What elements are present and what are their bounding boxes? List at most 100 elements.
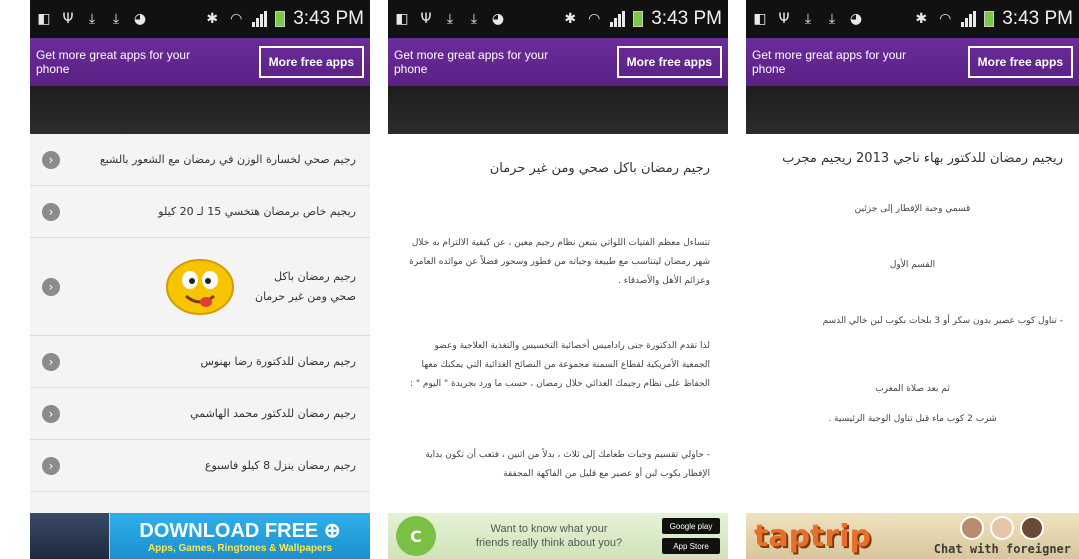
battery-icon <box>984 11 995 27</box>
globe-icon: ◕ <box>133 11 147 27</box>
download-icon: ⤓ <box>828 11 836 27</box>
article-title: ريجيم رمضان للدكتور بهاء ناجي 2013 ريجيم… <box>782 151 1063 166</box>
status-bar: ◧ Ψ ⤓ ⤓ ◕ ✱ ◠ 3:43 PM <box>388 0 728 38</box>
mycheck-banner[interactable]: C Want to know what your friends really … <box>388 513 728 559</box>
phone-image <box>30 513 110 559</box>
chat-label: Chat with foreigner <box>933 542 1071 556</box>
ad-bar: Get more great apps for your phone More … <box>746 38 1079 86</box>
article-paragraph: تتساءل معظم الفتيات اللواتي يتبعن نظام ر… <box>409 238 710 286</box>
screenshot-list-screen: ◧ Ψ ⤓ ⤓ ◕ ✱ ◠ 3:43 PM Get more great app… <box>30 0 370 559</box>
action-bar <box>30 86 370 134</box>
more-free-apps-button[interactable]: More free apps <box>967 46 1073 78</box>
list-item-label: رجيم رمضان باكل صحي ومن غير حرمان <box>254 269 356 303</box>
signal-icon <box>252 11 268 27</box>
clock: 3:43 PM <box>651 8 722 29</box>
banner-subline: Apps, Games, Ringtones & Wallpapers <box>147 543 333 554</box>
avatar <box>1020 516 1045 540</box>
wifi-icon: ◠ <box>588 11 601 27</box>
globe-icon: ◕ <box>849 11 863 27</box>
chat-promo: Chat with foreigner <box>934 516 1071 556</box>
notification-icon: ◧ <box>37 11 51 27</box>
ad-bar-text: Get more great apps for your phone <box>394 48 549 76</box>
banner-message-line: friends really think about you? <box>475 537 623 549</box>
battery-icon <box>633 11 644 27</box>
ad-bar-text: Get more great apps for your phone <box>36 48 191 76</box>
taptrip-logo: taptrip <box>754 518 871 554</box>
app-store-badge[interactable]: App Store <box>662 538 720 554</box>
bluetooth-icon: ✱ <box>915 11 928 27</box>
download-icon: ⤓ <box>112 11 120 27</box>
banner-message-line: Want to know what your <box>490 523 608 535</box>
chevron-left-icon: ‹ <box>42 202 60 221</box>
chevron-left-icon: ‹ <box>42 277 60 296</box>
bluetooth-icon: ✱ <box>564 11 577 27</box>
list-item-label: رجيم رمضان للدكتور محمد الهاشمي <box>190 406 356 420</box>
signal-icon <box>610 11 626 27</box>
clock: 3:43 PM <box>1002 8 1073 29</box>
action-bar <box>746 86 1079 134</box>
article-paragraph: - حاولي تقسيم وجبات طعامك إلى ثلاث ، بدل… <box>425 450 710 479</box>
screenshot-article-screen: ◧ Ψ ⤓ ⤓ ◕ ✱ ◠ 3:43 PM Get more great app… <box>388 0 728 559</box>
usb-icon: Ψ <box>778 11 790 27</box>
avatar-group <box>960 516 1045 540</box>
avatar <box>990 516 1015 540</box>
download-icon: ⤓ <box>446 11 454 27</box>
chevron-left-icon: ‹ <box>42 150 60 169</box>
smiley-face-icon <box>166 258 234 315</box>
article-line: شرب 2 كوب ماء قبل تناول الوجبة الرئيسية … <box>828 414 997 424</box>
status-bar: ◧ Ψ ⤓ ⤓ ◕ ✱ ◠ 3:43 PM <box>746 0 1079 38</box>
list-item-label: ريجيم خاص برمضان هتخسي 15 لـ 20 كيلو <box>158 204 356 218</box>
usb-icon: Ψ <box>62 11 74 27</box>
status-bar: ◧ Ψ ⤓ ⤓ ◕ ✱ ◠ 3:43 PM <box>30 0 370 38</box>
chevron-left-icon: ‹ <box>42 404 60 423</box>
article-paragraph: لذا تقدم الدكتورة جنى راداميس أخصائية ال… <box>410 341 710 389</box>
screenshot-article-screen-2: ◧ Ψ ⤓ ⤓ ◕ ✱ ◠ 3:43 PM Get more great app… <box>746 0 1079 559</box>
usb-icon: Ψ <box>420 11 432 27</box>
taptrip-banner[interactable]: taptrip Chat with foreigner <box>746 513 1079 559</box>
more-free-apps-button[interactable]: More free apps <box>258 46 364 78</box>
banner-text: DOWNLOAD FREE ⊕ Apps, Games, Ringtones &… <box>110 518 370 554</box>
chevron-left-icon: ‹ <box>42 352 60 371</box>
download-icon: ⤓ <box>804 11 812 27</box>
wifi-icon: ◠ <box>939 11 952 27</box>
banner-headline: DOWNLOAD FREE ⊕ <box>139 520 341 542</box>
article-list: رجيم صحي لخسارة الوزن في رمضان مع الشعور… <box>30 134 370 492</box>
chevron-left-icon: ‹ <box>42 456 60 475</box>
clock: 3:43 PM <box>293 8 364 29</box>
article-title: رجيم رمضان باكل صحي ومن غير حرمان <box>489 161 710 176</box>
store-badges: Google play App Store <box>662 518 720 554</box>
article-line: ثم بعد صلاة المغرب <box>875 384 950 394</box>
article-line: - تناول كوب عصير بدون سكر أو 3 بلحات بكو… <box>822 316 1063 326</box>
download-free-banner[interactable]: DOWNLOAD FREE ⊕ Apps, Games, Ringtones &… <box>30 513 370 559</box>
banner-message: Want to know what your friends really th… <box>476 522 622 550</box>
globe-icon: ◕ <box>491 11 505 27</box>
notification-icon: ◧ <box>395 11 409 27</box>
notification-icon: ◧ <box>753 11 767 27</box>
battery-icon <box>275 11 286 27</box>
signal-icon <box>961 11 977 27</box>
list-item[interactable]: رجيم رمضان للدكتور محمد الهاشمي ‹ <box>30 388 370 440</box>
google-play-badge[interactable]: Google play <box>662 518 720 534</box>
more-free-apps-button[interactable]: More free apps <box>616 46 722 78</box>
list-item[interactable]: ريجيم خاص برمضان هتخسي 15 لـ 20 كيلو ‹ <box>30 186 370 238</box>
list-item-label: رجيم صحي لخسارة الوزن في رمضان مع الشعور… <box>99 152 356 166</box>
article-body: ريجيم رمضان للدكتور بهاء ناجي 2013 ريجيم… <box>746 148 1079 424</box>
list-item[interactable]: رجيم رمضان ينزل 8 كيلو فاسبوع ‹ <box>30 440 370 492</box>
ad-bar-text: Get more great apps for your phone <box>752 48 907 76</box>
article-body: رجيم رمضان باكل صحي ومن غير حرمان تتساءل… <box>388 158 728 484</box>
list-item[interactable]: رجيم صحي لخسارة الوزن في رمضان مع الشعور… <box>30 134 370 186</box>
article-line: القسم الأول <box>889 260 936 270</box>
avatar <box>960 516 985 540</box>
article-line: قسمي وجبة الإفطار إلى جزئين <box>854 204 971 214</box>
list-item-label: رجيم رمضان ينزل 8 كيلو فاسبوع <box>204 458 356 472</box>
mycheck-logo: C <box>396 516 436 556</box>
list-item[interactable]: رجيم رمضان باكل صحي ومن غير حرمان ‹ <box>30 238 370 336</box>
list-item[interactable]: رجيم رمضان للدكتورة رضا بهنوس ‹ <box>30 336 370 388</box>
ad-bar: Get more great apps for your phone More … <box>388 38 728 86</box>
ad-bar: Get more great apps for your phone More … <box>30 38 370 86</box>
download-icon: ⤓ <box>88 11 96 27</box>
list-item-label: رجيم رمضان للدكتورة رضا بهنوس <box>200 354 356 368</box>
download-icon: ⤓ <box>470 11 478 27</box>
bluetooth-icon: ✱ <box>206 11 219 27</box>
action-bar <box>388 86 728 134</box>
